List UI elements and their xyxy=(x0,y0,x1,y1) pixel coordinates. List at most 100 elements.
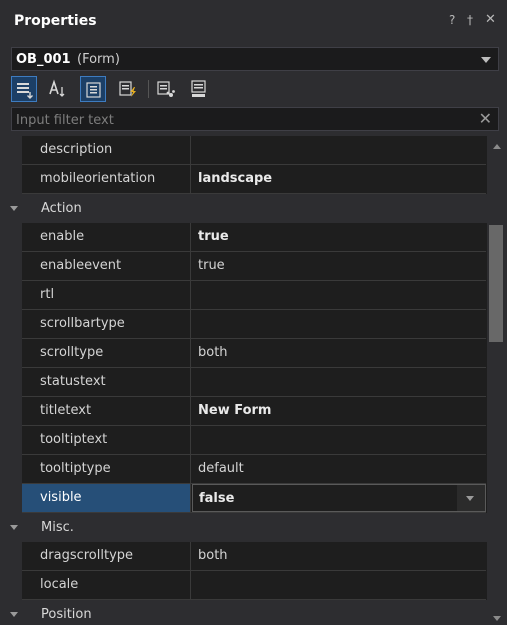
row-gutter xyxy=(0,281,22,310)
property-name[interactable]: rtl xyxy=(22,281,191,309)
property-value[interactable] xyxy=(192,281,486,309)
property-name[interactable]: dragscrolltype xyxy=(22,542,191,570)
property-value[interactable]: landscape xyxy=(192,165,486,193)
properties-toolbar xyxy=(11,76,211,102)
value-dropdown-button[interactable] xyxy=(457,485,485,511)
categorized-view-icon xyxy=(17,83,33,99)
object-type: (Form) xyxy=(77,52,120,67)
filter-box: ✕ xyxy=(11,107,499,132)
panel-titlebar: Properties ? † ✕ xyxy=(0,0,507,44)
property-name[interactable]: statustext xyxy=(22,368,191,396)
category-row[interactable]: Position xyxy=(0,600,488,625)
row-gutter xyxy=(0,484,22,513)
property-value[interactable] xyxy=(192,136,486,164)
property-value-text: true xyxy=(198,258,225,273)
property-name[interactable]: enableevent xyxy=(22,252,191,280)
property-value[interactable] xyxy=(192,426,486,454)
property-value[interactable]: New Form xyxy=(192,397,486,425)
property-row[interactable]: scrollbartype xyxy=(0,310,488,339)
row-gutter xyxy=(0,455,22,484)
category-label: Misc. xyxy=(41,520,74,535)
property-row[interactable]: tooltiptext xyxy=(0,426,488,455)
property-name[interactable]: locale xyxy=(22,571,191,599)
properties-view-icon xyxy=(86,82,101,98)
init-button[interactable] xyxy=(186,76,212,102)
property-grid: description mobileorientation landscape Act… xyxy=(0,136,488,625)
row-gutter xyxy=(0,136,22,165)
property-value[interactable]: both xyxy=(192,542,486,570)
property-value[interactable]: default xyxy=(192,455,486,483)
close-icon[interactable]: ✕ xyxy=(485,12,496,27)
property-name[interactable]: titletext xyxy=(22,397,191,425)
property-row[interactable]: rtl xyxy=(0,281,488,310)
scroll-up-icon[interactable] xyxy=(493,144,501,149)
alphabetical-sort-button[interactable] xyxy=(45,76,71,102)
events-view-button[interactable] xyxy=(115,76,141,102)
chevron-down-icon xyxy=(466,496,474,501)
property-value-text: New Form xyxy=(198,403,272,418)
clear-filter-icon[interactable]: ✕ xyxy=(479,109,492,128)
init-icon xyxy=(191,80,206,97)
property-row[interactable]: locale xyxy=(0,571,488,600)
row-gutter xyxy=(0,339,22,368)
property-value[interactable]: false xyxy=(192,484,486,512)
category-label: Action xyxy=(41,201,82,216)
pin-icon[interactable]: † xyxy=(467,13,473,27)
property-value-text: landscape xyxy=(198,171,273,186)
collapse-triangle-icon[interactable] xyxy=(10,206,18,211)
help-icon[interactable]: ? xyxy=(449,13,455,27)
property-value-text: default xyxy=(198,461,244,476)
property-row[interactable]: statustext xyxy=(0,368,488,397)
property-value[interactable]: true xyxy=(192,252,486,280)
filter-input[interactable] xyxy=(12,108,468,132)
row-gutter xyxy=(0,426,22,455)
property-name[interactable]: description xyxy=(22,136,191,164)
row-gutter xyxy=(0,397,22,426)
property-name[interactable]: visible xyxy=(22,484,191,512)
object-name: OB_001 xyxy=(16,52,71,67)
property-row[interactable]: scrolltype both xyxy=(0,339,488,368)
category-row[interactable]: Misc. xyxy=(0,513,488,542)
property-value[interactable]: both xyxy=(192,339,486,367)
property-value-text: both xyxy=(198,548,228,563)
property-row[interactable]: visible false xyxy=(0,484,488,513)
alphabetical-sort-icon xyxy=(49,79,65,97)
property-row[interactable]: titletext New Form xyxy=(0,397,488,426)
row-gutter xyxy=(0,368,22,397)
row-gutter xyxy=(0,252,22,281)
property-row[interactable]: enable true xyxy=(0,223,488,252)
properties-view-button[interactable] xyxy=(80,76,106,102)
collapse-triangle-icon[interactable] xyxy=(10,525,18,530)
property-value[interactable]: true xyxy=(192,223,486,251)
property-value[interactable] xyxy=(192,368,486,396)
row-gutter xyxy=(0,571,22,600)
property-value[interactable] xyxy=(192,310,486,338)
scroll-down-icon[interactable] xyxy=(493,616,501,621)
scrollbar-thumb[interactable] xyxy=(489,225,503,342)
property-row[interactable]: enableevent true xyxy=(0,252,488,281)
categorized-view-button[interactable] xyxy=(11,76,37,102)
collapse-triangle-icon[interactable] xyxy=(10,612,18,617)
row-gutter xyxy=(0,223,22,252)
property-name[interactable]: scrolltype xyxy=(22,339,191,367)
property-row[interactable]: tooltiptype default xyxy=(0,455,488,484)
panel-title: Properties xyxy=(14,13,97,29)
category-label: Position xyxy=(41,607,92,622)
category-row[interactable]: Action xyxy=(0,194,488,223)
property-name[interactable]: mobileorientation xyxy=(22,165,191,193)
bind-button[interactable] xyxy=(153,76,179,102)
property-value[interactable] xyxy=(192,571,486,599)
vertical-scrollbar[interactable] xyxy=(487,136,507,625)
property-row[interactable]: mobileorientation landscape xyxy=(0,165,488,194)
property-name[interactable]: enable xyxy=(22,223,191,251)
events-view-icon xyxy=(119,81,136,97)
property-name[interactable]: tooltiptype xyxy=(22,455,191,483)
row-gutter xyxy=(0,310,22,339)
property-name[interactable]: tooltiptext xyxy=(22,426,191,454)
chevron-down-icon[interactable] xyxy=(481,57,491,63)
property-value-text: true xyxy=(198,229,229,244)
property-row[interactable]: description xyxy=(0,136,488,165)
object-selector[interactable]: OB_001 (Form) xyxy=(11,47,499,71)
property-name[interactable]: scrollbartype xyxy=(22,310,191,338)
property-row[interactable]: dragscrolltype both xyxy=(0,542,488,571)
